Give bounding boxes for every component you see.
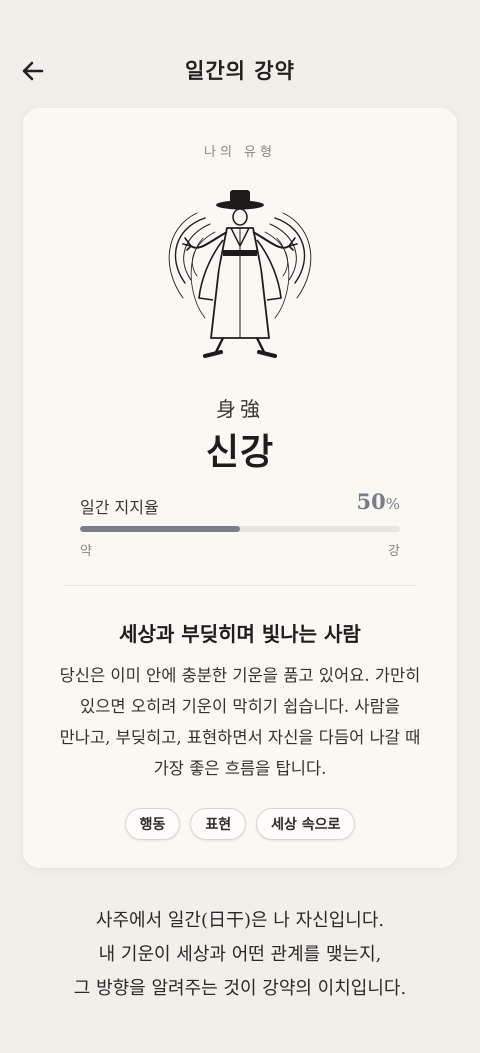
footer-line: 그 방향을 알려주는 것이 강약의 이치입니다. [73,978,407,999]
support-rate-label: 일간 지지율 [80,498,159,517]
support-rate-unit: % [385,495,400,513]
tag-expression[interactable]: 표현 [190,808,247,840]
tag-action[interactable]: 행동 [124,808,181,840]
type-card: 나의 유형 身強 신강 일간 지지율 50% 약 강 세상과 부딪히며 빛나는 … [23,108,457,868]
footer-line: 내 기운이 세상과 어떤 관계를 맺는지, [98,944,382,965]
tag-list: 행동 표현 세상 속으로 [23,808,457,840]
footer-line: 사주에서 일간(日干)은 나 자신입니다. [95,910,385,931]
page-title: 일간의 강약 [185,58,295,83]
header: 일간의 강약 [0,40,480,102]
support-rate-value: 50% [357,489,401,514]
type-name: 신강 [205,431,275,473]
meter-max-label: 강 [388,544,400,559]
type-heading: 세상과 부딪히며 빛나는 사람 [119,622,361,646]
footer-explanation: 사주에서 일간(日干)은 나 자신입니다. 내 기운이 세상과 어떤 관계를 맺… [0,904,480,1006]
support-rate-bar [80,526,400,532]
divider [63,585,417,586]
tag-into-world[interactable]: 세상 속으로 [256,808,356,840]
support-rate-number: 50 [356,489,386,514]
scholar-figure-illustration [168,190,312,358]
support-rate-fill [80,526,240,532]
type-description: 당신은 이미 안에 충분한 기운을 품고 있어요. 가만히 있으면 오히려 기운… [59,666,421,778]
type-hanja: 身強 [216,397,264,421]
type-label: 나의 유형 [204,145,276,160]
meter-min-label: 약 [80,544,92,559]
